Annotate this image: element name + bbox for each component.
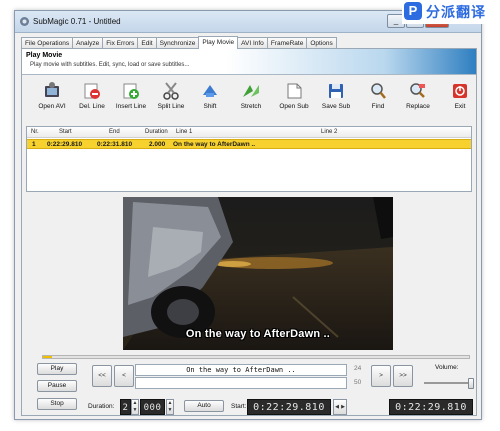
header-line2[interactable]: Line 2 — [321, 129, 337, 135]
banner-subtitle: Play movie with subtitles. Edit, sync, l… — [30, 62, 190, 68]
app-window: SubMagic 0.71 - Untitled _ □ x File Oper… — [14, 10, 482, 420]
current-time-display: 0:22:29.810 — [389, 399, 473, 415]
toolbar-open-sub-button[interactable]: Open Sub — [274, 81, 314, 119]
header-end[interactable]: End — [109, 129, 120, 135]
list-header: Nr. Start End Duration Line 1 Line 2 — [27, 127, 471, 138]
playback-progress[interactable] — [42, 355, 470, 359]
next-fast-button[interactable]: >> — [393, 365, 413, 387]
stop-button[interactable]: Stop — [37, 398, 77, 410]
toolbar-open-avi-button[interactable]: Open AVI — [32, 81, 72, 119]
banner-title: Play Movie — [26, 52, 63, 59]
logo-text: 分派翻译 — [426, 4, 486, 20]
toolbar-split-line-button[interactable]: Split Line — [151, 81, 191, 119]
stretch-arrows-icon — [243, 85, 259, 97]
tab-play-movie[interactable]: Play Movie — [198, 36, 239, 49]
toolbar-find-button[interactable]: Find — [358, 81, 398, 119]
toolbar-stretch-button[interactable]: Stretch — [231, 81, 271, 119]
toolbar-label: Exit — [454, 103, 466, 110]
previous-fast-button[interactable]: << — [92, 365, 112, 387]
table-row[interactable]: 1 0:22:29.810 0:22:31.810 2.000 On the w… — [27, 139, 471, 149]
toolbar: Open AVI Del. Line Insert Line Split Line Sh… — [22, 76, 476, 122]
panel-banner: Play Movie Play movie with subtitles. Ed… — [22, 49, 476, 75]
spin-up-icon[interactable]: ▲ — [167, 400, 173, 407]
toolbar-save-sub-button[interactable]: Save Sub — [316, 81, 356, 119]
video-subtitle-text: On the way to AfterDawn .. — [185, 328, 331, 340]
open-document-icon — [287, 83, 302, 99]
toolbar-replace-button[interactable]: Replace — [398, 81, 438, 119]
duration-seconds-spinner[interactable]: ▲ ▼ — [131, 399, 139, 415]
header-start[interactable]: Start — [59, 129, 72, 135]
app-icon — [20, 17, 29, 26]
play-button[interactable]: Play — [37, 363, 77, 375]
toolbar-label: Open Sub — [279, 103, 309, 110]
progress-fill — [43, 356, 52, 358]
start-time-adjuster[interactable]: ◀ ▶ — [333, 399, 347, 415]
play-movie-panel: Play Movie Play movie with subtitles. Ed… — [21, 48, 477, 416]
start-label: Start: — [231, 403, 247, 410]
duration-label: Duration: — [88, 403, 115, 410]
spin-down-icon[interactable]: ▼ — [132, 407, 138, 414]
row-end: 0:22:31.810 — [97, 141, 133, 148]
spin-up-icon[interactable]: ▲ — [132, 400, 138, 407]
toolbar-insert-line-button[interactable]: Insert Line — [111, 81, 151, 119]
subtitle-line2-input[interactable] — [135, 377, 347, 389]
exit-icon — [453, 84, 467, 98]
auto-button[interactable]: Auto — [184, 400, 224, 412]
row-start: 0:22:29.810 — [47, 141, 83, 148]
char-count-bottom: 50 — [354, 379, 362, 386]
spin-down-icon[interactable]: ▼ — [167, 407, 173, 414]
header-nr[interactable]: Nr. — [31, 129, 39, 135]
subtitle-line-input[interactable]: On the way to AfterDawn .. — [135, 364, 347, 376]
char-count-top: 24 — [354, 365, 362, 372]
toolbar-label: Replace — [406, 103, 430, 110]
window-title: SubMagic 0.71 - Untitled — [33, 17, 121, 26]
toolbar-exit-button[interactable]: Exit — [440, 81, 480, 119]
volume-slider-track[interactable] — [424, 382, 474, 384]
video-player[interactable]: On the way to AfterDawn .. — [123, 197, 393, 350]
previous-button[interactable]: < — [114, 365, 134, 387]
header-duration[interactable]: Duration — [145, 129, 168, 135]
step-right-icon[interactable]: ▶ — [340, 400, 346, 414]
volume-label: Volume: — [435, 364, 459, 371]
magnifier-icon — [371, 83, 386, 99]
watermark-logo: P 分派翻译 — [402, 0, 500, 24]
logo-mark-icon: P — [404, 2, 422, 20]
next-button[interactable]: > — [371, 365, 391, 387]
scissors-icon — [163, 82, 179, 100]
duration-seconds-display[interactable]: 2 — [120, 399, 131, 415]
duration-ms-spinner[interactable]: ▲ ▼ — [166, 399, 174, 415]
subtitle-list[interactable]: Nr. Start End Duration Line 1 Line 2 1 0… — [26, 126, 472, 192]
toolbar-label: Save Sub — [321, 103, 351, 110]
pause-button[interactable]: Pause — [37, 380, 77, 392]
duration-ms-display[interactable]: 000 — [140, 399, 165, 415]
row-duration: 2.000 — [149, 141, 166, 148]
row-line1: On the way to AfterDawn .. — [173, 141, 256, 148]
delete-line-icon — [84, 83, 100, 99]
replace-icon — [410, 83, 425, 98]
film-reel-icon — [45, 82, 59, 97]
header-line1[interactable]: Line 1 — [176, 129, 192, 135]
volume-slider-thumb[interactable] — [467, 378, 474, 389]
insert-line-icon — [123, 83, 139, 99]
start-time-display[interactable]: 0:22:29.810 — [247, 399, 331, 415]
floppy-disk-icon — [329, 84, 343, 98]
row-nr: 1 — [32, 141, 36, 148]
toolbar-label: Stretch — [240, 103, 262, 110]
shift-arrows-icon — [203, 85, 217, 97]
toolbar-del-line-button[interactable]: Del. Line — [72, 81, 112, 119]
toolbar-shift-button[interactable]: Shift — [190, 81, 230, 119]
